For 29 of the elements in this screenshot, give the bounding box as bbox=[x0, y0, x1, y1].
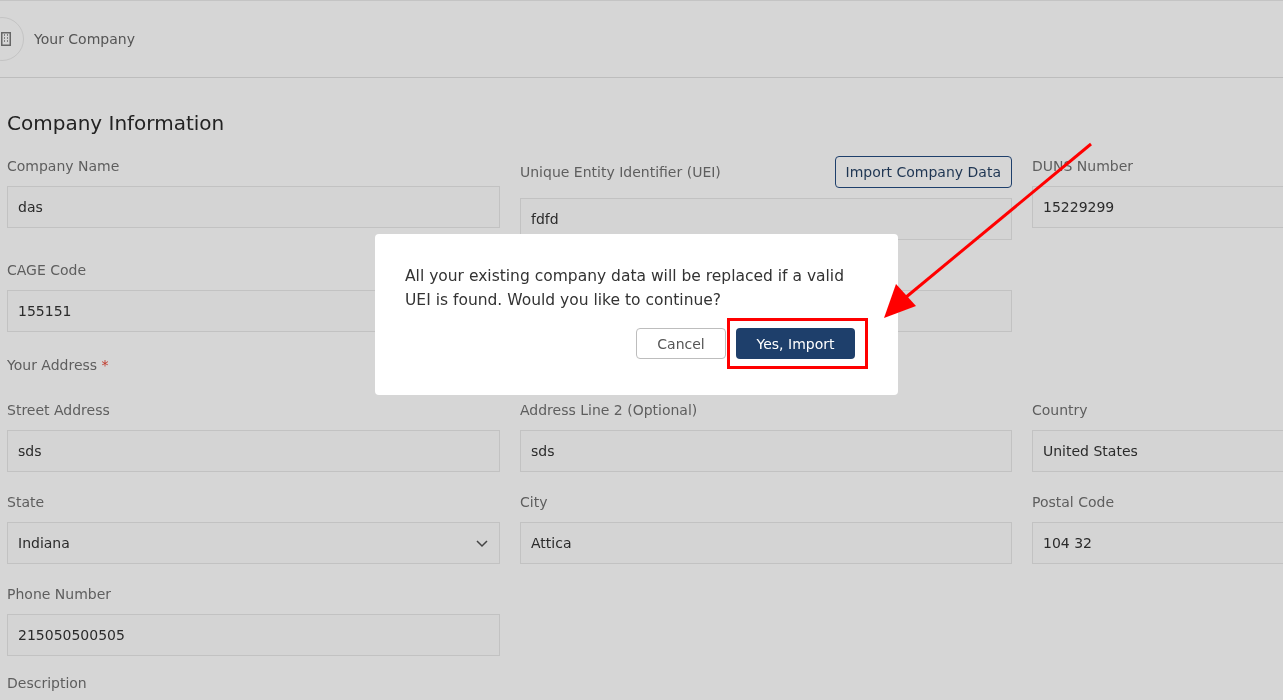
page-title: Your Company bbox=[34, 31, 135, 47]
select-field[interactable]: Indiana bbox=[7, 522, 500, 564]
input-field[interactable]: 15229299 bbox=[1032, 186, 1283, 228]
import-company-data-button[interactable]: Import Company Data bbox=[834, 156, 1012, 188]
field-label: Description bbox=[7, 674, 88, 692]
section-title: Company Information bbox=[7, 111, 226, 135]
field-label: Phone Number bbox=[7, 585, 112, 604]
cancel-button[interactable]: Cancel bbox=[636, 328, 726, 359]
field-label: Address Line 2 (Optional) bbox=[520, 401, 698, 420]
field-label: Postal Code bbox=[1032, 493, 1115, 512]
field-label: Unique Entity Identifier (UEI) bbox=[520, 163, 721, 182]
field-label: City bbox=[520, 493, 548, 512]
input-field[interactable]: das bbox=[7, 186, 500, 228]
required-mark: * bbox=[101, 357, 109, 373]
field-label: Company Name bbox=[7, 157, 120, 176]
field-label: Street Address bbox=[7, 401, 110, 420]
field-label: Country bbox=[1032, 401, 1088, 420]
input-field[interactable]: United States bbox=[1032, 430, 1283, 472]
field-label: CAGE Code bbox=[7, 261, 87, 280]
input-field[interactable]: 104 32 bbox=[1032, 522, 1283, 564]
address-heading: Your Address bbox=[7, 357, 98, 373]
input-field[interactable]: sds bbox=[7, 430, 500, 472]
input-field[interactable]: sds bbox=[520, 430, 1012, 472]
input-field[interactable]: 215050500505 bbox=[7, 614, 500, 656]
input-field[interactable]: Attica bbox=[520, 522, 1012, 564]
select-value: Indiana bbox=[18, 535, 70, 551]
building-icon bbox=[1, 32, 11, 46]
confirm-button[interactable]: Yes, Import bbox=[736, 328, 855, 359]
field-label: State bbox=[7, 493, 45, 512]
